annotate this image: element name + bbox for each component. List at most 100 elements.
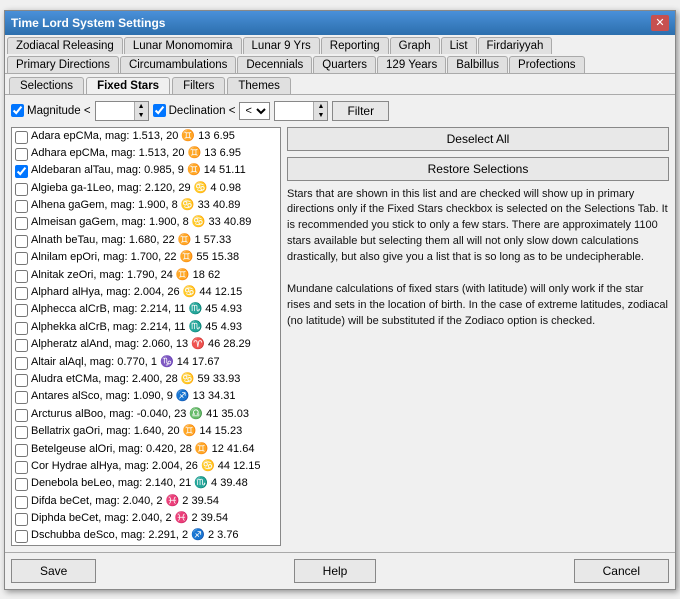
star-label: Betelgeuse alOri, mag: 0.420, 28 ♊ 12 41… [31, 442, 254, 457]
main-window: Time Lord System Settings ✕ Zodiacal Rel… [4, 10, 676, 590]
restore-selections-button[interactable]: Restore Selections [287, 157, 669, 181]
star-label: Dschubba deSco, mag: 2.291, 2 ♐ 2 3.76 [31, 528, 239, 543]
list-item: Algieba ga-1Leo, mag: 2.120, 29 ♋ 4 0.98 [12, 180, 280, 197]
star-list[interactable]: Adara epCMa, mag: 1.513, 20 ♊ 13 6.95 Adh… [11, 127, 281, 546]
info-text: Stars that are shown in this list and ar… [287, 187, 669, 546]
magnitude-input[interactable]: 2.5 [96, 104, 134, 118]
tab-lunar-9yrs[interactable]: Lunar 9 Yrs [243, 37, 320, 54]
declination-checkbox[interactable] [153, 104, 166, 117]
tabs-row1: Zodiacal Releasing Lunar Monomomira Luna… [5, 35, 675, 54]
star-checkbox[interactable] [15, 183, 28, 196]
subtab-fixed-stars[interactable]: Fixed Stars [86, 77, 170, 94]
star-checkbox[interactable] [15, 252, 28, 265]
star-checkbox[interactable] [15, 270, 28, 283]
star-checkbox[interactable] [15, 496, 28, 509]
list-item: Alnitak zeOri, mag: 1.790, 24 ♊ 18 62 [12, 267, 280, 284]
star-checkbox[interactable] [15, 217, 28, 230]
right-panel: Deselect All Restore Selections Stars th… [287, 127, 669, 546]
tab-zodiacal-releasing[interactable]: Zodiacal Releasing [7, 37, 123, 54]
star-label: Diphda beCet, mag: 2.040, 2 ♓ 2 39.54 [31, 511, 228, 526]
subtab-selections[interactable]: Selections [9, 77, 84, 94]
magnitude-checkbox[interactable] [11, 104, 24, 117]
list-item: Bellatrix gaOri, mag: 1.640, 20 ♊ 14 15.… [12, 423, 280, 440]
magnitude-up-button[interactable]: ▲ [134, 102, 148, 111]
list-item: Almeisan gaGem, mag: 1.900, 8 ♋ 33 40.89 [12, 214, 280, 231]
list-item: Diphda beCet, mag: 2.040, 2 ♓ 2 39.54 [12, 510, 280, 527]
star-checkbox[interactable] [15, 200, 28, 213]
declination-select[interactable]: < > [239, 102, 270, 120]
magnitude-spinbox[interactable]: 2.5 ▲ ▼ [95, 101, 149, 121]
star-checkbox[interactable] [15, 530, 28, 543]
list-item: Alhena gaGem, mag: 1.900, 8 ♋ 33 40.89 [12, 197, 280, 214]
star-label: Difda beCet, mag: 2.040, 2 ♓ 2 39.54 [31, 494, 219, 509]
close-button[interactable]: ✕ [651, 15, 669, 31]
tabs-row2: Primary Directions Circumambulations Dec… [5, 54, 675, 73]
declination-input[interactable]: 30.0 [275, 104, 313, 118]
declination-up-button[interactable]: ▲ [313, 102, 327, 111]
star-checkbox[interactable] [15, 513, 28, 526]
star-label: Alnath beTau, mag: 1.680, 22 ♊ 1 57.33 [31, 233, 231, 248]
star-checkbox[interactable] [15, 339, 28, 352]
star-checkbox[interactable] [15, 322, 28, 335]
star-label: Alhena gaGem, mag: 1.900, 8 ♋ 33 40.89 [31, 198, 240, 213]
star-checkbox[interactable] [15, 148, 28, 161]
list-item: Altair alAql, mag: 0.770, 1 ♑ 14 17.67 [12, 354, 280, 371]
tab-balbillus[interactable]: Balbillus [447, 56, 508, 73]
star-checkbox[interactable] [15, 391, 28, 404]
tab-profections[interactable]: Profections [509, 56, 585, 73]
magnitude-spinbox-buttons: ▲ ▼ [134, 102, 148, 120]
star-checkbox[interactable] [15, 131, 28, 144]
star-checkbox[interactable] [15, 287, 28, 300]
list-item: Cor Hydrae alHya, mag: 2.004, 26 ♋ 44 12… [12, 458, 280, 475]
list-item: Antares alSco, mag: 1.090, 9 ♐ 13 34.31 [12, 388, 280, 405]
star-label: Alphard alHya, mag: 2.004, 26 ♋ 44 12.15 [31, 285, 242, 300]
star-label: Alphecca alCrB, mag: 2.214, 11 ♏ 45 4.93 [31, 302, 242, 317]
tab-quarters[interactable]: Quarters [313, 56, 376, 73]
list-item: Aldebaran alTau, mag: 0.985, 9 ♊ 14 51.1… [12, 162, 280, 179]
tab-firdariyyah[interactable]: Firdariyyah [478, 37, 553, 54]
tab-graph[interactable]: Graph [390, 37, 440, 54]
star-checkbox[interactable] [15, 304, 28, 317]
declination-down-button[interactable]: ▼ [313, 111, 327, 120]
subtab-themes[interactable]: Themes [227, 77, 291, 94]
tab-reporting[interactable]: Reporting [321, 37, 389, 54]
star-checkbox[interactable] [15, 165, 28, 178]
star-label: Aldebaran alTau, mag: 0.985, 9 ♊ 14 51.1… [31, 163, 246, 178]
star-checkbox[interactable] [15, 357, 28, 370]
star-label: Adara epCMa, mag: 1.513, 20 ♊ 13 6.95 [31, 129, 235, 144]
star-checkbox[interactable] [15, 444, 28, 457]
magnitude-down-button[interactable]: ▼ [134, 111, 148, 120]
list-item: Alnilam epOri, mag: 1.700, 22 ♊ 55 15.38 [12, 249, 280, 266]
subtab-filters[interactable]: Filters [172, 77, 225, 94]
star-checkbox[interactable] [15, 461, 28, 474]
declination-filter-label: Declination < [153, 104, 236, 117]
star-label: Cor Hydrae alHya, mag: 2.004, 26 ♋ 44 12… [31, 459, 261, 474]
declination-spinbox[interactable]: 30.0 ▲ ▼ [274, 101, 328, 121]
save-button[interactable]: Save [11, 559, 96, 583]
cancel-button[interactable]: Cancel [574, 559, 669, 583]
star-checkbox[interactable] [15, 374, 28, 387]
help-button[interactable]: Help [294, 559, 377, 583]
list-item: Alphecca alCrB, mag: 2.214, 11 ♏ 45 4.93 [12, 301, 280, 318]
star-label: Almeisan gaGem, mag: 1.900, 8 ♋ 33 40.89 [31, 215, 251, 230]
tab-129years[interactable]: 129 Years [377, 56, 446, 73]
star-label: Alpheratz alAnd, mag: 2.060, 13 ♈ 46 28.… [31, 337, 251, 352]
list-item: Alpheratz alAnd, mag: 2.060, 13 ♈ 46 28.… [12, 336, 280, 353]
tab-lunar-monomomira[interactable]: Lunar Monomomira [124, 37, 242, 54]
deselect-all-button[interactable]: Deselect All [287, 127, 669, 151]
tab-primary-directions[interactable]: Primary Directions [7, 56, 119, 73]
list-item: Adhara epCMa, mag: 1.513, 20 ♊ 13 6.95 [12, 145, 280, 162]
star-label: Aludra etCMa, mag: 2.400, 28 ♋ 59 33.93 [31, 372, 240, 387]
tab-list[interactable]: List [441, 37, 477, 54]
star-checkbox[interactable] [15, 426, 28, 439]
content-area: Magnitude < 2.5 ▲ ▼ Declination < < > 30… [5, 94, 675, 552]
star-checkbox[interactable] [15, 478, 28, 491]
list-item: El Nath beTau, mag: 1.680, 22 ♊ 1 57.33 [12, 545, 280, 546]
filter-button[interactable]: Filter [332, 101, 389, 121]
tab-circumambulations[interactable]: Circumambulations [120, 56, 236, 73]
star-label: Adhara epCMa, mag: 1.513, 20 ♊ 13 6.95 [31, 146, 241, 161]
list-item: Betelgeuse alOri, mag: 0.420, 28 ♊ 12 41… [12, 441, 280, 458]
tab-decennials[interactable]: Decennials [237, 56, 312, 73]
star-checkbox[interactable] [15, 409, 28, 422]
star-checkbox[interactable] [15, 235, 28, 248]
